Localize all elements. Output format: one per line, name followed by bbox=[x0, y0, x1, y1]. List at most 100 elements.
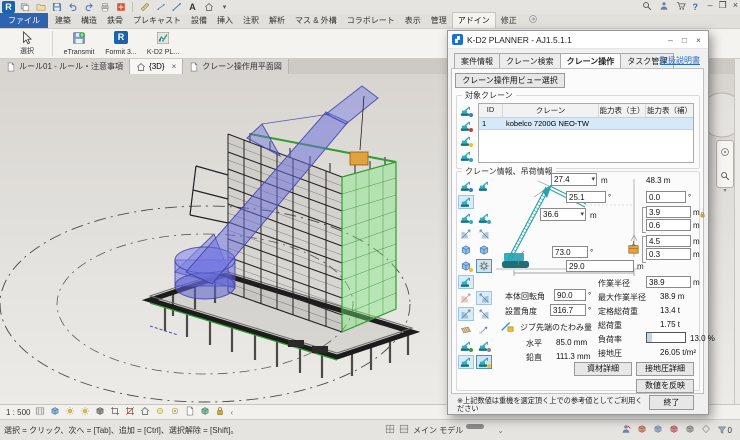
design-options-icon[interactable] bbox=[653, 424, 663, 436]
visual-style-icon[interactable] bbox=[35, 406, 45, 418]
rotate-crane-left-button[interactable] bbox=[458, 211, 474, 225]
install-angle-input[interactable] bbox=[550, 304, 586, 316]
tab-file[interactable]: ファイル bbox=[0, 13, 48, 28]
workset-dropdown-icon[interactable]: ⌄ bbox=[497, 426, 504, 435]
open-icon[interactable] bbox=[34, 1, 47, 13]
scale-button[interactable]: 1 : 500 bbox=[6, 408, 30, 417]
tab-collaborate[interactable]: コラボレート bbox=[342, 13, 400, 28]
ribbon-options-icon[interactable] bbox=[528, 14, 538, 26]
view-tab-crane-plan[interactable]: クレーン操作用平面図 bbox=[183, 59, 289, 74]
navbar-expand-icon[interactable]: ▾ bbox=[723, 189, 726, 193]
reveal-hidden-icon[interactable] bbox=[170, 406, 180, 418]
constraints-icon[interactable] bbox=[215, 406, 225, 418]
rope-b-input[interactable] bbox=[646, 219, 691, 231]
ground-distance-input[interactable] bbox=[566, 260, 634, 272]
close-button[interactable]: × bbox=[733, 0, 738, 13]
temporary-view-properties-icon[interactable] bbox=[185, 406, 195, 418]
tab-steel[interactable]: 鉄骨 bbox=[102, 13, 128, 28]
minimize-button[interactable]: – bbox=[708, 0, 713, 13]
more-tools-icon[interactable]: ▾ bbox=[218, 1, 231, 13]
switch-windows-icon[interactable] bbox=[18, 1, 31, 13]
tab-systems[interactable]: 設備 bbox=[186, 13, 212, 28]
check-warning-button[interactable] bbox=[476, 355, 492, 369]
check-capacity-button[interactable] bbox=[458, 339, 474, 353]
dialog-close-icon[interactable]: × bbox=[696, 35, 701, 45]
etransmit-button[interactable]: eTransmit bbox=[58, 30, 100, 57]
tab-modify[interactable]: 修正 bbox=[496, 13, 522, 28]
model-line-icon[interactable] bbox=[170, 1, 183, 13]
edit-crane-button[interactable] bbox=[458, 134, 474, 148]
print-icon[interactable] bbox=[98, 1, 111, 13]
rope-a-input[interactable] bbox=[646, 206, 691, 218]
close-view-tab-icon[interactable]: × bbox=[172, 62, 177, 71]
dialog-title-bar[interactable]: K-D2 PLANNER - AJ1.5.1.1 – □ × bbox=[448, 31, 708, 49]
crop-view-icon[interactable] bbox=[110, 406, 120, 418]
view-tab-3d[interactable]: {3D} × bbox=[130, 59, 183, 74]
hook-offset-angle-input[interactable] bbox=[646, 191, 686, 203]
kd2-planner-button[interactable]: K-D2 PL... bbox=[142, 30, 184, 57]
redo-icon[interactable] bbox=[82, 1, 95, 13]
text-note-icon[interactable]: A bbox=[186, 1, 199, 13]
tab-analyze[interactable]: 解析 bbox=[264, 13, 290, 28]
rotate-crane-right-button[interactable] bbox=[476, 211, 492, 225]
workset-status-icon[interactable] bbox=[637, 424, 647, 436]
boom-angle-input[interactable] bbox=[552, 246, 588, 258]
render-icon[interactable] bbox=[65, 406, 75, 418]
manual-link[interactable]: 取扱説明書 bbox=[660, 55, 700, 66]
dialog-maximize-button[interactable]: □ bbox=[682, 35, 687, 45]
temporary-hide-icon[interactable] bbox=[155, 406, 165, 418]
zoom-icon[interactable] bbox=[720, 168, 730, 186]
ground-mat-button[interactable] bbox=[458, 323, 474, 337]
tab-addins[interactable]: アドイン bbox=[452, 12, 496, 28]
default-3d-view-icon[interactable] bbox=[202, 1, 215, 13]
show-crop-region-icon[interactable] bbox=[125, 406, 135, 418]
load-box-up-button[interactable] bbox=[458, 243, 474, 257]
transfer-project-icon[interactable] bbox=[114, 1, 127, 13]
vertical-scrollbar[interactable] bbox=[734, 59, 740, 404]
move-crane-button[interactable] bbox=[458, 179, 474, 193]
boom-angle-plus-button[interactable] bbox=[476, 227, 492, 241]
tab-massing-site[interactable]: マス & 外構 bbox=[290, 13, 342, 28]
crane-view-select-button[interactable]: クレーン操作用ビュー選択 bbox=[455, 73, 565, 88]
body-rotate-cw-button[interactable] bbox=[476, 291, 492, 305]
select-crane-button[interactable] bbox=[458, 195, 474, 209]
jib-deflection-button[interactable] bbox=[476, 323, 492, 337]
boom-length-select[interactable]: 36.6 bbox=[540, 208, 586, 221]
worksharing-display-icon[interactable] bbox=[200, 406, 210, 418]
tab-precast[interactable]: プレキャスト bbox=[128, 13, 186, 28]
maximize-button[interactable]: ❐ bbox=[719, 0, 727, 13]
expand-arrow-icon[interactable]: ‹ bbox=[230, 408, 233, 417]
help-icon[interactable]: ? bbox=[693, 2, 699, 12]
worksets-icon[interactable] bbox=[385, 424, 395, 436]
remove-crane-button[interactable] bbox=[458, 119, 474, 133]
install-angle-ccw-button[interactable] bbox=[458, 307, 474, 321]
shaded-cube-icon[interactable] bbox=[50, 406, 60, 418]
dialog-minimize-button[interactable]: – bbox=[668, 35, 673, 45]
filter-icon[interactable]: 0 bbox=[717, 425, 732, 435]
editable-only-icon[interactable] bbox=[621, 424, 631, 436]
material-detail-button[interactable]: 資材詳細 bbox=[574, 362, 632, 376]
body-rotation-input[interactable] bbox=[554, 289, 586, 301]
select-toggle-icon[interactable] bbox=[701, 424, 711, 436]
check-ok-button[interactable] bbox=[458, 355, 474, 369]
capacity-settings-button[interactable] bbox=[476, 339, 492, 353]
load-settings-button[interactable] bbox=[458, 259, 474, 273]
aligned-dimension-icon[interactable] bbox=[154, 1, 167, 13]
load-height-input[interactable] bbox=[646, 248, 691, 260]
unlock-view-icon[interactable] bbox=[140, 406, 150, 418]
tab-annotate[interactable]: 注釈 bbox=[238, 13, 264, 28]
tab-architecture[interactable]: 建築 bbox=[50, 13, 76, 28]
save-icon[interactable] bbox=[50, 1, 63, 13]
load-width-input[interactable] bbox=[646, 235, 691, 247]
highlight-crane-button[interactable] bbox=[458, 275, 474, 289]
load-box-down-button[interactable] bbox=[476, 243, 492, 257]
boom-angle-minus-button[interactable] bbox=[458, 227, 474, 241]
warnings-icon[interactable] bbox=[685, 424, 695, 436]
apply-values-button[interactable]: 数値を反映 bbox=[636, 379, 694, 393]
add-crane-button[interactable] bbox=[458, 104, 474, 118]
tab-insert[interactable]: 挿入 bbox=[212, 13, 238, 28]
shadows-icon[interactable] bbox=[95, 406, 105, 418]
manage-links-icon[interactable] bbox=[669, 424, 679, 436]
tab-structure[interactable]: 構造 bbox=[76, 13, 102, 28]
install-angle-cw-button[interactable] bbox=[476, 307, 492, 321]
